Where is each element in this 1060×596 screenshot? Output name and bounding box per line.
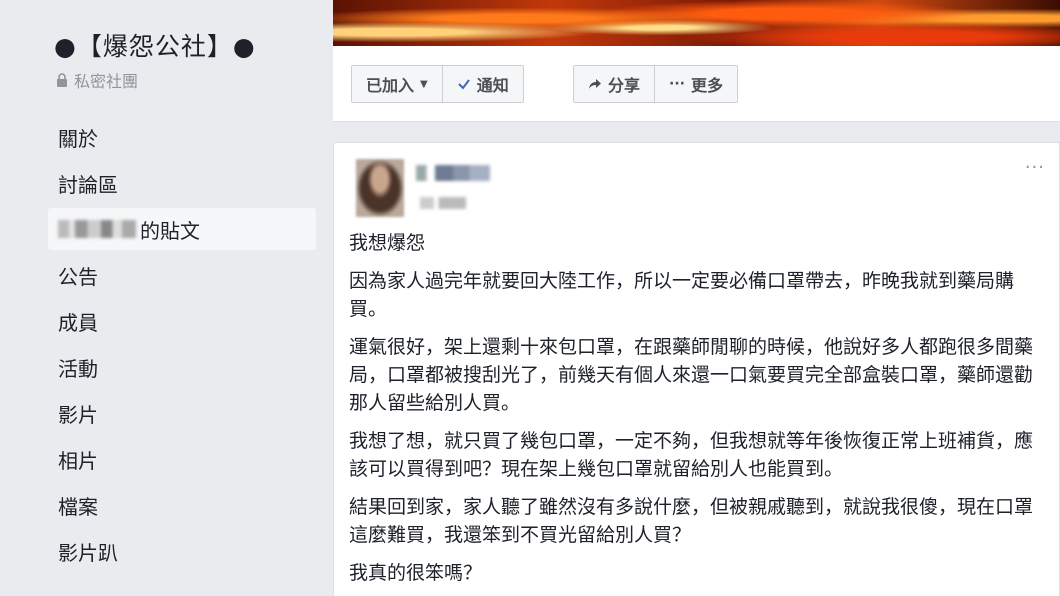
notifications-button[interactable]: 通知	[442, 65, 524, 103]
sidebar-item-discussion[interactable]: 討論區	[48, 160, 316, 206]
avatar[interactable]	[356, 159, 404, 217]
post-paragraph: 我想了想，就只買了幾包口罩，一定不夠，但我想就等年後恢復正常上班補貨，應該可以買…	[349, 430, 1034, 480]
share-button[interactable]: 分享	[573, 65, 656, 103]
post-options-icon[interactable]: ···	[1025, 159, 1045, 177]
sidebar-item-about[interactable]: 關於	[48, 114, 316, 160]
ellipsis-icon: ···	[669, 76, 685, 92]
joined-button[interactable]: 已加入 ▼	[351, 65, 443, 103]
post-paragraph: 我真的很笨嗎？	[349, 562, 483, 584]
share-arrow-icon	[589, 79, 601, 89]
sidebar-nav: 關於 討論區 的貼文 公告 成員 活動 影片 相片 檔案 影片趴	[48, 114, 316, 574]
group-privacy-label: 私密社團	[74, 72, 139, 91]
sidebar-item-videos[interactable]: 影片	[48, 390, 316, 436]
sidebar-item-events[interactable]: 活動	[48, 344, 316, 390]
sidebar-item-files[interactable]: 檔案	[48, 482, 316, 528]
group-action-bar: 已加入 ▼ 通知 分享 ··· 更多	[333, 46, 1060, 122]
post-paragraph: 結果回到家，家人聽了雖然沒有多說什麼，但被親戚聽到，就說我很傻，現在口罩這麼難買…	[349, 496, 1034, 546]
share-button-group: 分享 ··· 更多	[573, 65, 738, 103]
group-sidebar: ●【爆怨公社】● 私密社團 關於 討論區 的貼文 公告 成員 活動 影片 相片 …	[0, 0, 330, 596]
more-button[interactable]: ··· 更多	[655, 65, 738, 103]
membership-button-group: 已加入 ▼ 通知	[351, 65, 524, 103]
lock-icon	[57, 73, 67, 87]
caret-down-icon: ▼	[420, 78, 428, 90]
post-paragraph: 運氣很好，架上還剩十來包口罩，在跟藥師閒聊的時候，他說好多人都跑很多間藥局，口罩…	[349, 336, 1034, 414]
blurred-author-name[interactable]	[416, 165, 490, 181]
sidebar-item-announcements[interactable]: 公告	[48, 252, 316, 298]
post-body: 我想爆怨 因為家人過完年就要回大陸工作，所以一定要必備口罩帶去，昨晚我就到藥局購…	[349, 229, 1044, 596]
sidebar-item-members[interactable]: 成員	[48, 298, 316, 344]
post-paragraph: 我想爆怨	[349, 232, 426, 254]
cover-photo	[333, 0, 1060, 46]
sidebar-item-video-party[interactable]: 影片趴	[48, 528, 316, 574]
post-paragraph: 因為家人過完年就要回大陸工作，所以一定要必備口罩帶去，昨晚我就到藥局購買。	[349, 270, 1015, 320]
sidebar-item-my-posts[interactable]: 的貼文	[48, 208, 316, 250]
blurred-username	[58, 220, 136, 238]
check-icon	[458, 79, 470, 90]
blurred-timestamp[interactable]	[420, 197, 466, 209]
post-card: ··· 我想爆怨 因為家人過完年就要回大陸工作，所以一定要必備口罩帶去，昨晚我就…	[333, 142, 1060, 596]
sidebar-item-photos[interactable]: 相片	[48, 436, 316, 482]
group-name[interactable]: ●【爆怨公社】●	[54, 27, 256, 63]
group-privacy: 私密社團	[56, 68, 138, 92]
